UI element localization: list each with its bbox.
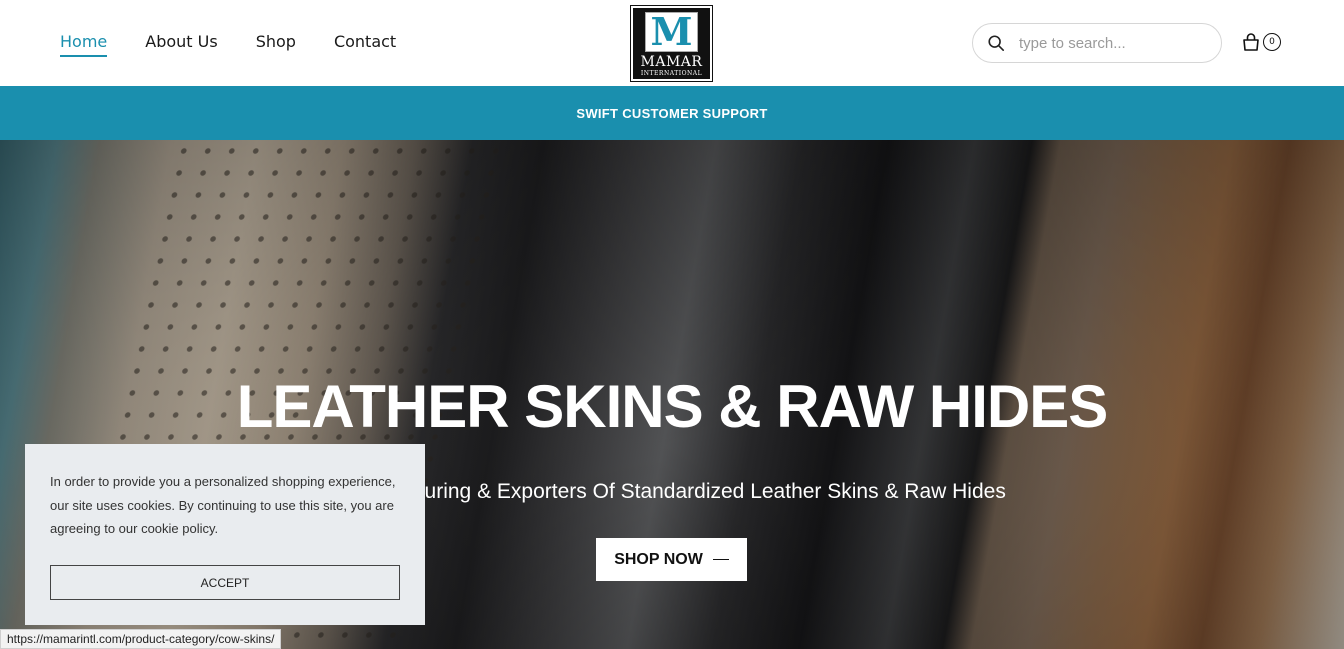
search-icon [988, 35, 1005, 52]
nav-about-link[interactable]: About Us [145, 32, 217, 57]
shop-now-label: SHOP NOW [614, 550, 703, 568]
nav-contact-link[interactable]: Contact [334, 32, 396, 57]
site-header: Home About Us Shop Contact M MAMAR INTER… [0, 0, 1344, 86]
accept-cookies-button[interactable]: ACCEPT [50, 565, 400, 600]
banner-text: SWIFT CUSTOMER SUPPORT [576, 105, 768, 121]
cart-button[interactable]: 0 [1241, 32, 1281, 52]
cookie-consent-panel: In order to provide you a personalized s… [25, 444, 425, 625]
main-nav: Home About Us Shop Contact [60, 32, 434, 57]
status-bar-url: https://mamarintl.com/product-category/c… [0, 629, 282, 649]
hero-title: LEATHER SKINS & RAW HIDES [236, 373, 1109, 440]
nav-shop-link[interactable]: Shop [256, 32, 296, 57]
logo-letter: M [645, 12, 698, 52]
nav-home-link[interactable]: Home [60, 32, 108, 57]
cart-count-badge: 0 [1263, 33, 1281, 51]
announcement-banner: SWIFT CUSTOMER SUPPORT [0, 86, 1344, 140]
dash-arrow-icon [712, 558, 729, 561]
site-logo[interactable]: M MAMAR INTERNATIONAL [630, 5, 713, 82]
shopping-bag-icon [1243, 33, 1259, 51]
logo-subtitle: INTERNATIONAL [640, 70, 703, 77]
logo-word: MAMAR [640, 54, 703, 70]
shop-now-button[interactable]: SHOP NOW [596, 538, 747, 581]
search-box[interactable] [972, 23, 1222, 63]
search-input[interactable] [1019, 34, 1199, 52]
cookie-text: In order to provide you a personalized s… [50, 474, 396, 536]
